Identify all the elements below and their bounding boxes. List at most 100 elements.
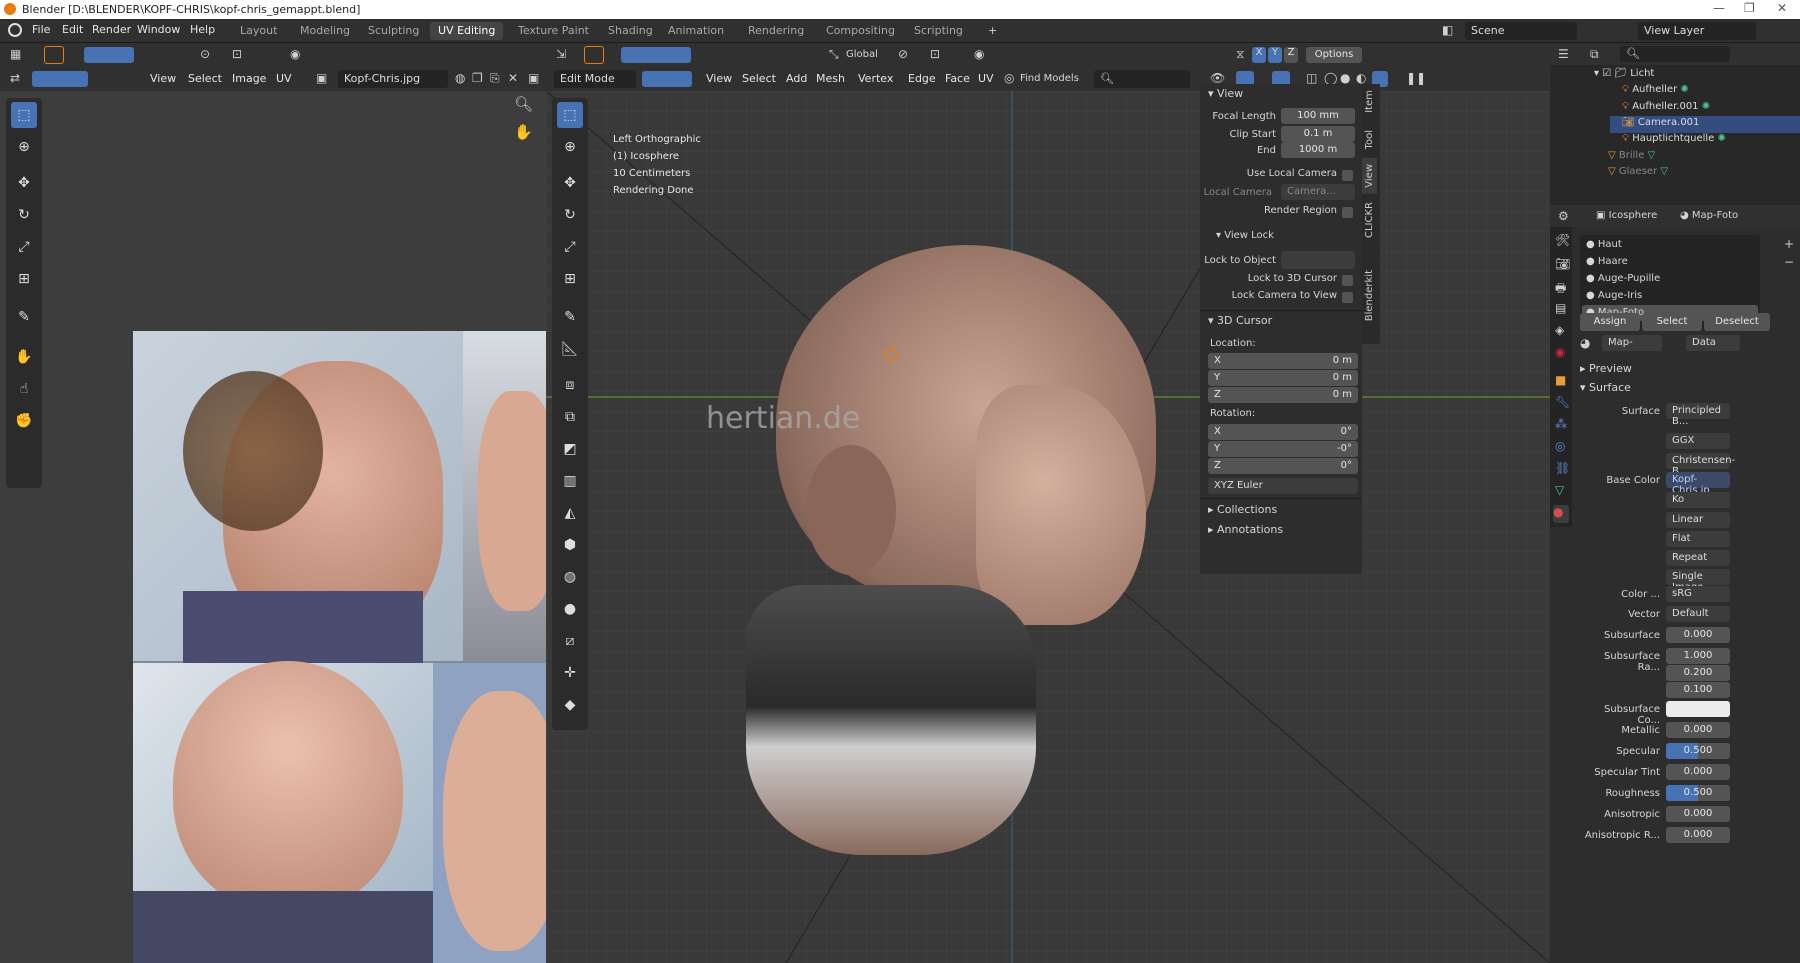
blender-menu-icon[interactable] <box>8 23 22 37</box>
transform-tool[interactable]: ⊞ <box>557 266 583 292</box>
object-tab-icon[interactable]: ■ <box>1555 373 1566 387</box>
anisotropic-rotation-field[interactable]: 0.000 <box>1666 827 1730 843</box>
scale-tool[interactable]: ⤢ <box>11 234 37 260</box>
scene-selector[interactable]: Scene <box>1465 22 1577 40</box>
assign-button[interactable]: Assign <box>1580 313 1640 331</box>
outliner-row-glaeser[interactable]: ▽ Glaeser ▽ <box>1608 166 1668 182</box>
distribution-dropdown[interactable]: GGX <box>1666 433 1730 449</box>
editor-type-icon[interactable]: ▦ <box>10 47 21 61</box>
outliner-row-camera-001[interactable]: 📷︎ Camera.001 <box>1622 117 1699 133</box>
inset-tool[interactable]: ⧉ <box>557 404 583 430</box>
bevel-tool[interactable]: ◩ <box>557 436 583 462</box>
particles-tab-icon[interactable]: ⁂ <box>1555 417 1567 431</box>
cursor-rotation-z[interactable]: Z 0° <box>1208 458 1358 474</box>
unlink-image-icon[interactable]: ✕ <box>508 71 518 85</box>
outliner-row-aufheller[interactable]: 💡︎ Aufheller ✺ <box>1622 84 1689 100</box>
rotate-tool[interactable]: ↻ <box>557 202 583 228</box>
scale-tool[interactable]: ⤢ <box>557 234 583 260</box>
image-menu-icon[interactable]: ▣ <box>528 71 539 85</box>
menu-view[interactable]: View <box>706 72 732 85</box>
axis-y-toggle[interactable]: Y <box>1268 47 1282 63</box>
data-tab-icon[interactable]: ▽ <box>1555 483 1564 497</box>
extension-dropdown[interactable]: Repeat <box>1666 550 1730 566</box>
outliner-search-input[interactable]: 🔍︎ <box>1620 46 1730 62</box>
annotate-tool[interactable]: ✎ <box>11 304 37 330</box>
snap-icon[interactable]: ⊡ <box>232 47 242 61</box>
tab-view[interactable]: View <box>1362 158 1377 194</box>
mirror-icon[interactable]: ⧖ <box>1236 47 1244 62</box>
material-tab-icon[interactable]: ● <box>1553 505 1569 523</box>
menu-vertex[interactable]: Vertex <box>858 72 893 85</box>
menu-help[interactable]: Help <box>190 23 215 36</box>
material-slot-auge-iris[interactable]: ● Auge-Iris <box>1586 290 1642 301</box>
proportional-edit-icon[interactable]: ◉ <box>290 47 300 61</box>
editor-type-icon[interactable]: ⇲ <box>556 47 566 61</box>
roughness-slider[interactable]: 0.500 <box>1666 785 1730 801</box>
tab-modeling[interactable]: Modeling <box>292 22 358 40</box>
mode-selector[interactable]: Edit Mode <box>554 70 636 88</box>
view-layer-tab-icon[interactable]: ▤ <box>1555 301 1566 315</box>
image-selector[interactable]: Kopf-Chris.jpg <box>338 70 448 88</box>
shear-tool[interactable]: ◆ <box>557 692 583 718</box>
outliner-row-brille[interactable]: ▽ Brille ▽ <box>1608 150 1655 166</box>
poly-build-tool[interactable]: ⬢ <box>557 532 583 558</box>
material-browse-icon[interactable]: ◕ <box>1580 336 1590 350</box>
snap-icon[interactable]: ⊡ <box>930 47 940 61</box>
remove-slot-icon[interactable]: − <box>1784 255 1794 269</box>
material-slot-auge-pupille[interactable]: ● Auge-Pupille <box>1586 273 1660 284</box>
knife-tool[interactable]: ◭ <box>557 500 583 526</box>
visibility-icon[interactable]: 👁︎ <box>1210 71 1225 85</box>
duplicate-image-icon[interactable]: ❐ <box>472 71 483 85</box>
color-space-dropdown[interactable]: sRG <box>1666 586 1730 602</box>
surface-header[interactable]: ▾ Surface <box>1580 381 1631 394</box>
search-input[interactable]: 🔍︎ <box>1094 70 1190 88</box>
menu-render[interactable]: Render <box>92 23 131 36</box>
preview-header[interactable]: ▸ Preview <box>1580 362 1632 375</box>
subsurface-radius-y[interactable]: 0.200 <box>1666 665 1730 681</box>
vector-field[interactable]: Default <box>1666 606 1730 622</box>
base-color-field[interactable]: Kopf-Chris.jp <box>1666 472 1730 496</box>
surface-shader-field[interactable]: Principled B... <box>1666 403 1730 427</box>
tab-blenderkit[interactable]: Blenderkit <box>1362 264 1377 327</box>
wireframe-shading-icon[interactable]: ◯ <box>1324 71 1337 85</box>
pivot-icon[interactable]: ⊘ <box>898 47 908 61</box>
select-button[interactable]: Select <box>1642 313 1702 331</box>
tab-layout[interactable]: Layout <box>232 22 285 40</box>
menu-add[interactable]: Add <box>786 72 807 85</box>
maximize-button[interactable]: ❐ <box>1744 1 1755 15</box>
material-shading-icon[interactable]: ◐ <box>1356 71 1366 85</box>
add-workspace-button[interactable]: + <box>980 22 1005 40</box>
scene-tab-icon[interactable]: ◈ <box>1555 323 1564 337</box>
measure-tool[interactable]: 📐︎ <box>557 336 583 362</box>
editor-type-icon[interactable]: ☰ <box>1558 47 1569 61</box>
menu-face[interactable]: Face <box>945 72 970 85</box>
open-image-icon[interactable]: ⎘ <box>490 71 500 86</box>
orientation-selector[interactable]: Global <box>846 49 878 60</box>
menu-window[interactable]: Window <box>137 23 180 36</box>
specular-slider[interactable]: 0.500 <box>1666 743 1730 759</box>
tab-tool[interactable]: Tool <box>1362 124 1377 155</box>
source-dropdown[interactable]: Single Image <box>1666 569 1730 593</box>
tab-animation[interactable]: Animation <box>660 22 732 40</box>
select-mode-icon[interactable] <box>44 46 64 64</box>
uv-sync-icon[interactable]: ⇄ <box>10 71 20 85</box>
minimize-button[interactable]: — <box>1713 1 1725 15</box>
modifier-tab-icon[interactable]: 🔧︎ <box>1555 395 1570 409</box>
rotate-tool[interactable]: ↻ <box>11 202 37 228</box>
3d-cursor-header[interactable]: ▾ 3D Cursor <box>1208 314 1272 327</box>
projection-dropdown[interactable]: Flat <box>1666 531 1730 547</box>
tab-clickr[interactable]: CLICKR <box>1362 196 1377 244</box>
clip-end-field[interactable]: 1000 m <box>1281 142 1355 158</box>
cursor-tool[interactable]: ⊕ <box>557 134 583 160</box>
menu-uv[interactable]: UV <box>978 72 994 85</box>
selection-modes[interactable] <box>84 47 134 63</box>
local-camera-field[interactable]: Camera... <box>1281 184 1355 200</box>
loop-cut-tool[interactable]: ▥ <box>557 468 583 494</box>
lock-to-3d-cursor-checkbox[interactable] <box>1342 275 1353 286</box>
pivot-icon[interactable]: ⊙ <box>200 47 210 61</box>
use-local-camera-checkbox[interactable] <box>1342 170 1353 181</box>
select-box-tool[interactable]: ⬚ <box>557 102 583 128</box>
menu-select[interactable]: Select <box>742 72 776 85</box>
zoom-icon[interactable]: 🔍︎ <box>514 95 533 113</box>
outliner-row-licht[interactable]: ▾ ☑ 📁︎ Licht <box>1594 68 1654 84</box>
